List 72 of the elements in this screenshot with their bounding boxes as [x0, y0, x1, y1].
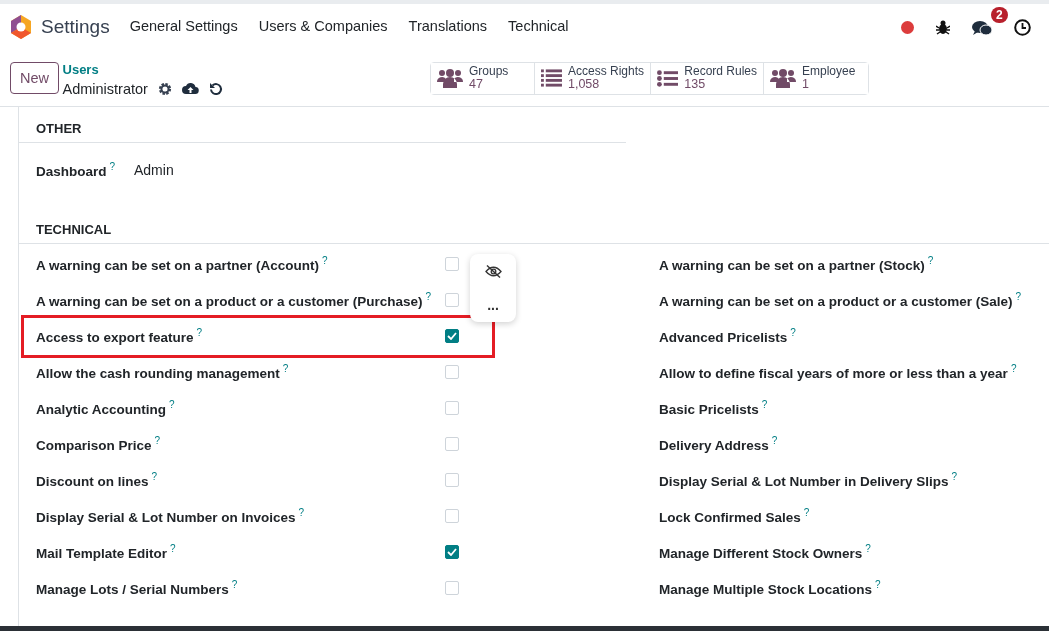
field-value: Admin [134, 160, 174, 180]
help-tooltip-mark[interactable]: ? [1015, 290, 1022, 302]
section-title: TECHNICAL [35, 220, 113, 239]
help-tooltip-mark[interactable]: ? [151, 470, 158, 482]
section-title: OTHER [35, 119, 83, 138]
smart-button[interactable]: Groups 47 [431, 62, 535, 94]
list-icon [657, 69, 679, 87]
status-dot-icon[interactable] [901, 20, 914, 34]
more-button[interactable]: ... [487, 299, 499, 312]
field-label: Mail Template Editor [36, 545, 168, 561]
help-tooltip-mark[interactable]: ? [927, 254, 934, 266]
field-label: Lock Confirmed Sales [659, 509, 801, 525]
field-label: Display Serial & Lot Number in Delivery Slips [659, 473, 949, 489]
help-tooltip-mark[interactable]: ? [790, 326, 796, 338]
chat-icon[interactable] [972, 19, 992, 36]
field-label: Manage Lots / Serial Numbers [36, 581, 229, 597]
menu-item[interactable]: General Settings [129, 16, 238, 38]
users-icon [770, 68, 796, 88]
app-title[interactable]: Settings [41, 12, 110, 42]
field-label: Basic Pricelists [659, 401, 759, 417]
field-label: Access to export feature [36, 329, 194, 345]
menu-item[interactable]: Technical [508, 16, 569, 38]
logo-icon[interactable] [10, 15, 32, 39]
field-label: Comparison Price [36, 437, 152, 453]
bug-icon[interactable] [936, 19, 950, 35]
list-icon [541, 69, 562, 87]
field-label: A warning can be set on a product or a customer (Purchase) [36, 293, 423, 309]
hidden-eye-icon[interactable] [484, 264, 502, 278]
help-tooltip-mark[interactable]: ? [951, 470, 958, 482]
menu-item[interactable]: Users & Companies [258, 16, 388, 38]
field-label: Manage Multiple Stock Locations [659, 581, 873, 597]
field-label: Dashboard [36, 163, 107, 179]
help-tooltip-mark[interactable]: ? [154, 434, 161, 446]
help-tooltip-mark[interactable]: ? [322, 254, 328, 266]
help-tooltip-mark[interactable]: ? [865, 542, 871, 554]
checkbox[interactable] [445, 545, 459, 560]
help-tooltip-mark[interactable]: ? [169, 398, 175, 410]
help-tooltip-mark[interactable]: ? [170, 542, 176, 554]
clock-icon[interactable] [1014, 18, 1031, 36]
help-tooltip-mark[interactable]: ? [425, 290, 432, 302]
new-button[interactable]: New [10, 62, 59, 94]
field-label: Manage Different Stock Owners [659, 545, 863, 561]
field-label: Display Serial & Lot Number on Invoices [36, 509, 296, 525]
help-tooltip-mark[interactable]: ? [1010, 362, 1017, 374]
field-label: Delivery Address [659, 437, 769, 453]
menu-item[interactable]: Translations [408, 16, 488, 38]
field-label: Allow to define fiscal years of more or less than a year [659, 365, 1008, 381]
field-label: Advanced Pricelists [659, 329, 788, 345]
field-label: A warning can be set on a partner (Account) [36, 257, 320, 273]
field-label: Analytic Accounting [36, 401, 166, 417]
breadcrumb-link[interactable]: Users [62, 61, 99, 77]
help-tooltip-mark[interactable]: ? [771, 434, 778, 446]
users-icon [437, 68, 463, 88]
field-label: A warning can be set on a partner (Stock) [659, 257, 925, 273]
scrollbar[interactable] [0, 626, 1049, 631]
help-tooltip-mark[interactable]: ? [109, 161, 116, 172]
cloud-upload-icon[interactable] [181, 82, 199, 95]
checkbox[interactable] [445, 329, 459, 344]
notification-badge: 2 [991, 6, 1008, 23]
help-tooltip-mark[interactable]: ? [298, 506, 305, 518]
help-tooltip-mark[interactable]: ? [231, 578, 238, 590]
record-name: Administrator [62, 79, 148, 98]
help-tooltip-mark[interactable]: ? [282, 362, 289, 374]
help-tooltip-mark[interactable]: ? [761, 398, 768, 410]
field-label: Discount on lines [36, 473, 149, 489]
field-label: Allow the cash rounding management [36, 365, 280, 381]
help-tooltip-mark[interactable]: ? [803, 506, 810, 518]
field-label: A warning can be set on a product or a customer (Sale) [659, 293, 1013, 309]
help-tooltip-mark[interactable]: ? [196, 326, 203, 338]
settings-icon[interactable] [157, 81, 172, 96]
undo-icon[interactable] [208, 81, 223, 96]
help-tooltip-mark[interactable]: ? [875, 578, 881, 590]
